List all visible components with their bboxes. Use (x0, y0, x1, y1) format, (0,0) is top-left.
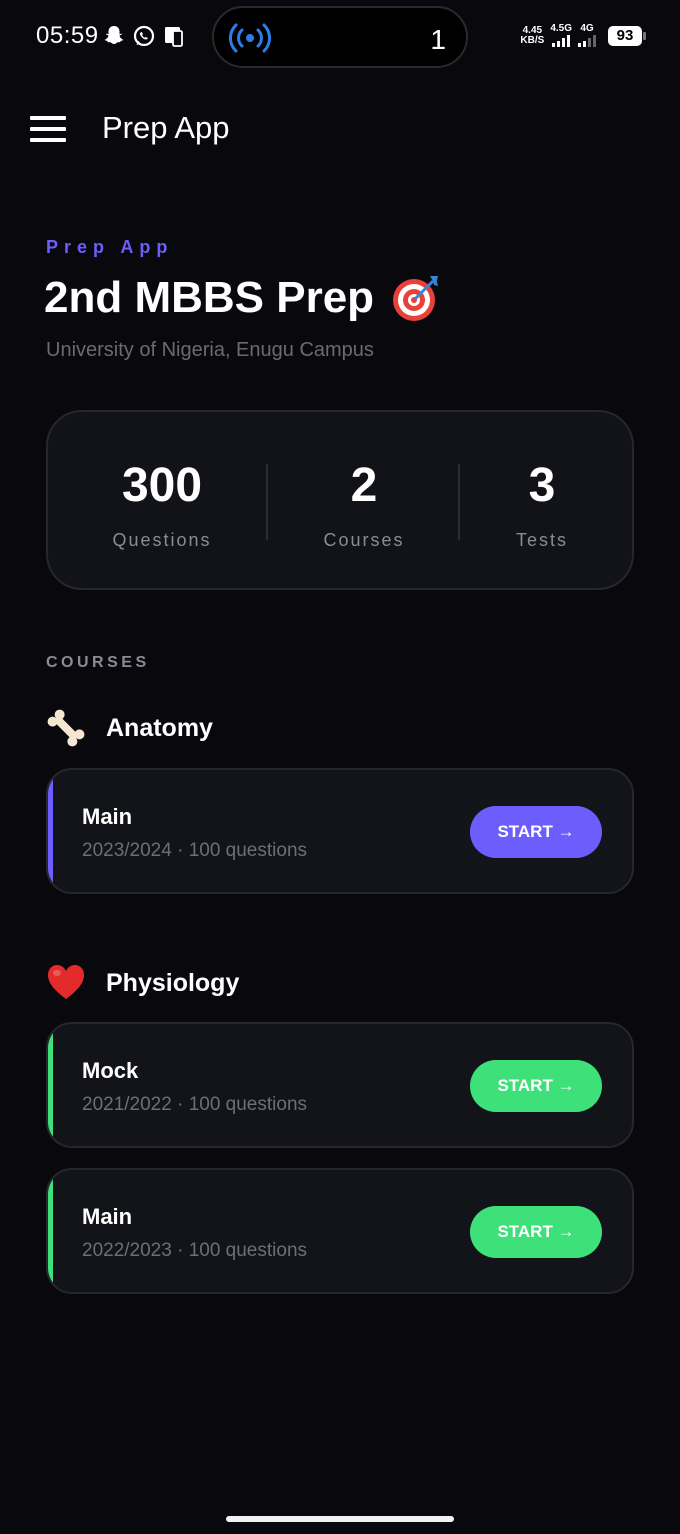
start-button[interactable]: START → (470, 806, 602, 858)
notification-icons (102, 24, 186, 48)
test-card-physiology-main[interactable]: Main 2022/2023 · 100 questions START → (46, 1168, 634, 1294)
island-counter: 1 (430, 24, 446, 55)
network-speed-value: 4.45 (522, 24, 543, 36)
page-subtitle: University of Nigeria, Enugu Campus (46, 339, 374, 361)
test-meta: 2023/2024 · 100 questions (82, 840, 308, 861)
course-title: Physiology (106, 968, 240, 997)
test-title: Main (82, 1204, 133, 1229)
stat-tests: 3 Tests (482, 460, 602, 551)
test-title: Mock (82, 1058, 139, 1083)
course-header-physiology: Physiology (46, 963, 239, 1003)
page-title: 2nd MBBS Prep (44, 272, 442, 324)
snapchat-icon (104, 26, 124, 44)
stat-value: 300 (121, 459, 203, 512)
courses-section-label: COURSES (46, 654, 150, 671)
stats-card: 300 Questions 2 Courses 3 Tests (46, 410, 634, 590)
signal-type-label-secondary: 4G (580, 23, 594, 34)
status-indicators: 4.45 KB/S 4.5G 4G 93 (520, 24, 646, 47)
start-button[interactable]: START → (470, 1206, 602, 1258)
dynamic-island[interactable]: 1 (212, 6, 468, 68)
test-meta: 2022/2023 · 100 questions (82, 1240, 308, 1261)
test-card-anatomy-main[interactable]: Main 2023/2024 · 100 questions START → (46, 768, 634, 894)
network-speed-unit: KB/S (520, 34, 545, 46)
heart-icon (48, 965, 84, 999)
card-accent-bar (48, 770, 53, 892)
home-indicator[interactable] (226, 1516, 454, 1522)
bone-icon (47, 709, 85, 747)
signal-bars-icon-secondary (578, 35, 596, 47)
hamburger-menu-icon[interactable] (30, 116, 66, 142)
hotspot-icon (229, 23, 271, 53)
stat-label: Questions (112, 530, 212, 550)
stat-label: Tests (515, 530, 568, 550)
app-bar-title: Prep App (102, 110, 230, 145)
card-accent-bar (48, 1170, 53, 1292)
signal-strength-secondary: 4G (578, 24, 596, 47)
signal-type-label: 4.5G (550, 23, 572, 34)
course-header-anatomy: Anatomy (46, 708, 213, 748)
stat-divider (266, 464, 268, 540)
hero-eyebrow: Prep App (46, 237, 174, 257)
app-screen: 05:59 1 4.45 KB/S 4.5G 4G 93 Prep App Pr… (0, 0, 680, 1534)
stat-label: Courses (323, 530, 405, 550)
status-bar: 05:59 1 4.45 KB/S 4.5G 4G 93 (0, 0, 680, 76)
course-title: Anatomy (106, 713, 213, 742)
page-title-text: 2nd MBBS Prep (44, 273, 375, 322)
signal-strength-primary: 4.5G (550, 24, 572, 47)
stat-questions: 300 Questions (102, 460, 222, 551)
stat-value: 3 (528, 459, 556, 512)
status-time: 05:59 (36, 22, 99, 49)
test-meta: 2021/2022 · 100 questions (82, 1094, 308, 1115)
card-accent-bar (48, 1024, 53, 1146)
test-title: Main (82, 804, 133, 829)
test-card-physiology-mock[interactable]: Mock 2021/2022 · 100 questions START → (46, 1022, 634, 1148)
stat-value: 2 (350, 459, 378, 512)
start-button[interactable]: START → (470, 1060, 602, 1112)
network-speed: 4.45 KB/S (520, 24, 545, 46)
phone-link-icon (165, 27, 183, 47)
stat-courses: 2 Courses (304, 460, 424, 551)
whatsapp-icon (133, 25, 155, 47)
signal-bars-icon (552, 35, 571, 47)
target-icon (393, 276, 439, 321)
stat-divider (458, 464, 460, 540)
battery-icon: 93 (608, 25, 646, 46)
